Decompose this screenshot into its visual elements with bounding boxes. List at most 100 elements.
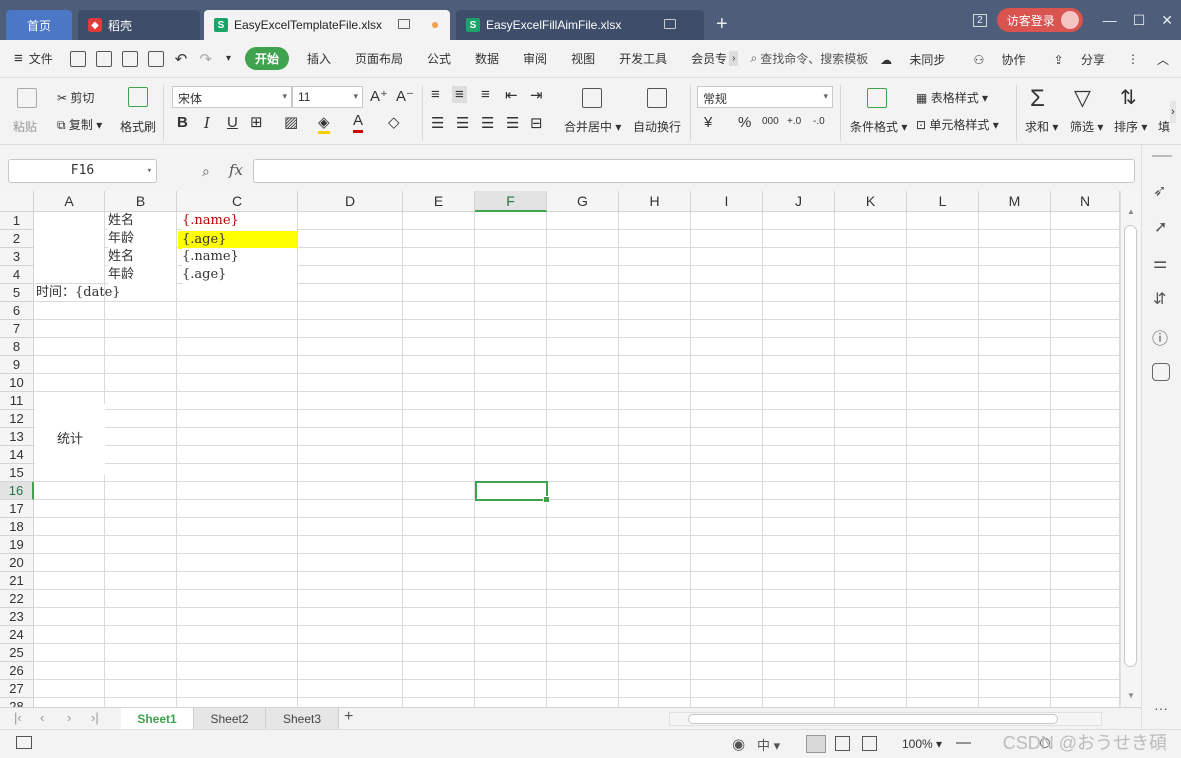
row-header-12[interactable]: 12 bbox=[0, 410, 34, 428]
cell-b1[interactable]: 姓名 bbox=[108, 212, 176, 230]
window-count-badge[interactable]: 2 bbox=[973, 13, 987, 27]
row-header-25[interactable]: 25 bbox=[0, 644, 34, 662]
fill-button[interactable]: 填 bbox=[1158, 118, 1170, 135]
row-header-26[interactable]: 26 bbox=[0, 662, 34, 680]
menu-data[interactable]: 数据 bbox=[463, 50, 511, 67]
menu-scroll-right-icon[interactable]: › bbox=[729, 51, 739, 66]
print-icon[interactable] bbox=[121, 50, 138, 67]
collaborate-button[interactable]: ⚇ 协作 bbox=[959, 51, 1025, 68]
cell-fill-style-icon[interactable]: ▨ bbox=[284, 113, 298, 131]
save-icon[interactable] bbox=[69, 50, 86, 67]
row-header-24[interactable]: 24 bbox=[0, 626, 34, 644]
row-header-7[interactable]: 7 bbox=[0, 320, 34, 338]
scroll-down-icon[interactable]: ▼ bbox=[1127, 691, 1135, 700]
horizontal-scrollbar[interactable] bbox=[669, 712, 1102, 726]
redo-icon[interactable]: ↷ bbox=[199, 50, 212, 68]
paste-button[interactable]: 粘贴 bbox=[13, 118, 37, 135]
row-header-3[interactable]: 3 bbox=[0, 248, 34, 266]
cell-a1[interactable]: 统计 bbox=[35, 404, 105, 475]
italic-button[interactable]: I bbox=[204, 114, 210, 132]
rocket-icon[interactable]: ➶ bbox=[1153, 181, 1166, 201]
currency-button[interactable]: ¥ bbox=[704, 114, 712, 131]
tab-template-file[interactable]: S EasyExcelTemplateFile.xlsx bbox=[204, 10, 450, 40]
cell-b4[interactable]: 年龄 bbox=[108, 266, 176, 284]
robot-icon[interactable] bbox=[1152, 363, 1170, 381]
vertical-scrollbar[interactable]: ▲ ▼ bbox=[1120, 191, 1141, 707]
menu-file[interactable]: 文件 bbox=[23, 50, 65, 67]
increase-decimal-button[interactable]: +.0 bbox=[787, 116, 801, 127]
add-sheet-button[interactable]: + bbox=[344, 708, 353, 726]
row-header-21[interactable]: 21 bbox=[0, 572, 34, 590]
name-box[interactable]: F16 bbox=[8, 159, 157, 183]
table-style-button[interactable]: ▦ 表格样式 ▾ bbox=[916, 89, 988, 106]
tab-home[interactable]: 首页 bbox=[6, 10, 72, 40]
more-icon[interactable]: ··· bbox=[1154, 700, 1168, 716]
row-header-23[interactable]: 23 bbox=[0, 608, 34, 626]
cell-b3[interactable]: 姓名 bbox=[108, 248, 176, 266]
more-options-icon[interactable]: ⋮ bbox=[1127, 52, 1139, 66]
column-header-j[interactable]: J bbox=[763, 191, 835, 212]
menu-formula[interactable]: 公式 bbox=[415, 50, 463, 67]
justify-icon[interactable]: ☰ bbox=[506, 114, 519, 132]
sum-button[interactable]: 求和 ▾ bbox=[1025, 118, 1058, 135]
align-center-icon[interactable]: ☰ bbox=[456, 114, 469, 132]
percent-button[interactable]: % bbox=[738, 114, 751, 131]
thousands-separator-button[interactable]: 000 bbox=[762, 116, 779, 127]
sort-icon[interactable]: ⇅ bbox=[1120, 85, 1137, 110]
active-cell-selection[interactable] bbox=[475, 481, 550, 503]
font-color-icon[interactable]: A bbox=[353, 112, 364, 133]
zoom-out-button[interactable]: — bbox=[956, 734, 971, 751]
share-button[interactable]: ⇪ 分享 bbox=[1040, 51, 1105, 68]
normal-view-icon[interactable] bbox=[806, 735, 826, 753]
tab-fill-aim-file[interactable]: S EasyExcelFillAimFile.xlsx bbox=[456, 10, 704, 40]
export-pdf-icon[interactable] bbox=[95, 50, 112, 67]
tab-daoke[interactable]: ◆ 稻壳 bbox=[78, 10, 200, 40]
decrease-indent-icon[interactable]: ⇤ bbox=[505, 86, 518, 104]
wrap-text-button[interactable]: 自动换行 bbox=[633, 118, 681, 135]
decrease-decimal-button[interactable]: -.0 bbox=[813, 116, 825, 127]
menu-view[interactable]: 视图 bbox=[559, 50, 607, 67]
row-header-4[interactable]: 4 bbox=[0, 266, 34, 284]
cell-c1[interactable]: {.name} bbox=[182, 212, 297, 230]
merge-center-button[interactable]: 合并居中 ▾ bbox=[564, 118, 621, 135]
bold-button[interactable]: B bbox=[177, 114, 188, 131]
filter-icon[interactable]: ▽ bbox=[1074, 85, 1091, 111]
paste-icon[interactable] bbox=[17, 88, 37, 108]
column-header-d[interactable]: D bbox=[298, 191, 403, 212]
column-header-h[interactable]: H bbox=[619, 191, 691, 212]
sort-button[interactable]: 排序 ▾ bbox=[1114, 118, 1147, 135]
row-header-6[interactable]: 6 bbox=[0, 302, 34, 320]
row-header-10[interactable]: 10 bbox=[0, 374, 34, 392]
column-header-b[interactable]: B bbox=[105, 191, 177, 212]
menu-page-layout[interactable]: 页面布局 bbox=[343, 50, 415, 67]
column-header-m[interactable]: M bbox=[979, 191, 1051, 212]
row-header-15[interactable]: 15 bbox=[0, 464, 34, 482]
row-header-19[interactable]: 19 bbox=[0, 536, 34, 554]
zoom-level[interactable]: 100% ▾ bbox=[902, 737, 942, 751]
column-header-a[interactable]: A bbox=[34, 191, 105, 212]
menu-insert[interactable]: 插入 bbox=[295, 50, 343, 67]
spreadsheet-grid[interactable]: ABCDEFGHIJKLMN 1 2 3 4 5 6 7 8 9 10 11 12 13 14 15 16 17… bbox=[0, 191, 1120, 707]
row-header-16[interactable]: 16 bbox=[0, 482, 34, 500]
conditional-format-button[interactable]: 条件格式 ▾ bbox=[850, 118, 907, 135]
grow-font-button[interactable]: A⁺ bbox=[370, 87, 388, 105]
distributed-align-icon[interactable]: ⊟ bbox=[530, 114, 543, 132]
cell-c3[interactable]: {.name} bbox=[182, 248, 297, 266]
quick-access-dropdown-icon[interactable]: ▾ bbox=[226, 53, 231, 64]
sum-icon[interactable]: Σ bbox=[1030, 85, 1045, 113]
row-header-22[interactable]: 22 bbox=[0, 590, 34, 608]
cell-c2[interactable]: {.age} bbox=[178, 231, 298, 249]
align-left-icon[interactable]: ☰ bbox=[431, 114, 444, 132]
new-tab-button[interactable]: + bbox=[716, 14, 728, 34]
maximize-button[interactable]: ☐ bbox=[1133, 12, 1146, 29]
window-icon[interactable] bbox=[398, 19, 410, 29]
first-sheet-icon[interactable]: |‹ bbox=[14, 710, 22, 725]
align-right-icon[interactable]: ☰ bbox=[481, 114, 494, 132]
merge-center-icon[interactable] bbox=[582, 88, 602, 108]
row-header-13[interactable]: 13 bbox=[0, 428, 34, 446]
column-header-f[interactable]: F bbox=[475, 191, 547, 212]
minimize-button[interactable]: — bbox=[1103, 12, 1117, 28]
next-sheet-icon[interactable]: › bbox=[67, 710, 71, 725]
underline-button[interactable]: U bbox=[227, 114, 238, 131]
align-middle-icon[interactable]: ≡ bbox=[452, 86, 467, 103]
